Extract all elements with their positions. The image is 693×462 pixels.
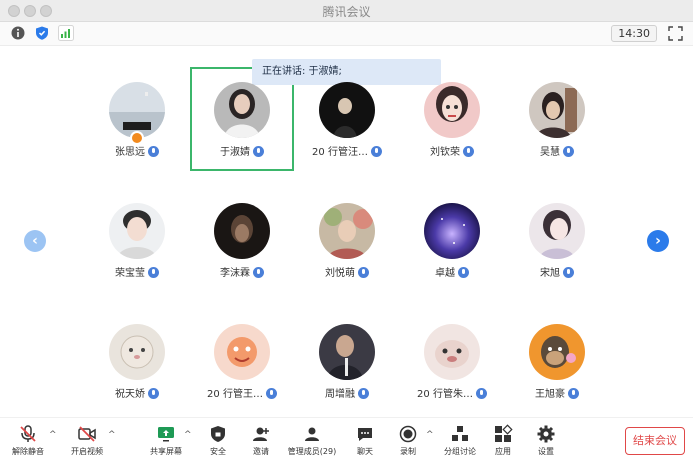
mic-icon <box>370 145 382 157</box>
settings-button[interactable]: 设置 <box>518 424 574 460</box>
mic-icon <box>458 266 469 278</box>
participant-tile[interactable]: 20 行管汪… <box>287 82 407 166</box>
mic-icon <box>475 387 487 399</box>
next-page-button[interactable]: › <box>647 230 669 252</box>
members-icon <box>305 427 319 441</box>
participant-tile[interactable]: 荣宝莹 <box>77 203 197 287</box>
breakout-rooms-icon <box>452 426 468 441</box>
participant-name: 于淑婧 <box>220 147 250 158</box>
participant-name: 周增融 <box>325 389 355 400</box>
end-meeting-button[interactable]: 结束会议 <box>625 427 685 455</box>
audio-options-caret-icon[interactable]: ^ <box>49 430 57 440</box>
avatar <box>109 324 165 380</box>
participant-tile[interactable]: 宋旭 <box>497 203 617 287</box>
participant-tile[interactable]: 周增融 <box>287 324 407 408</box>
participant-tile[interactable]: 卓越 <box>392 203 512 287</box>
shield-icon[interactable] <box>34 25 50 41</box>
participant-name: 20 行管王… <box>207 389 263 400</box>
participant-tile[interactable]: 刘钦荣 <box>392 82 512 166</box>
avatar <box>529 203 585 259</box>
mic-icon <box>358 266 369 278</box>
avatar <box>214 203 270 259</box>
mic-icon <box>253 145 264 157</box>
participant-name: 李沫霖 <box>220 268 250 279</box>
participant-name: 宋旭 <box>540 268 560 279</box>
fullscreen-icon[interactable] <box>668 26 683 41</box>
participant-tile[interactable]: 20 行管王… <box>182 324 302 408</box>
avatar <box>424 82 480 138</box>
avatar <box>529 324 585 380</box>
mic-icon <box>148 387 159 399</box>
avatar <box>109 82 165 138</box>
gear-icon <box>537 425 555 443</box>
participant-name: 荣宝莹 <box>115 268 145 279</box>
meeting-clock: 14:30 <box>611 25 657 42</box>
apps-grid-icon <box>495 424 513 442</box>
mic-icon <box>148 266 159 278</box>
avatar <box>424 203 480 259</box>
mic-muted-icon <box>20 425 36 442</box>
participant-name: 20 行管朱… <box>417 389 473 400</box>
share-screen-icon <box>158 427 174 442</box>
participant-tile[interactable]: 刘悦萌 <box>287 203 407 287</box>
add-user-icon <box>253 427 269 441</box>
avatar <box>319 82 375 138</box>
mic-icon <box>563 145 574 157</box>
avatar <box>214 324 270 380</box>
unmute-button[interactable]: 解除静音 <box>0 424 56 460</box>
participant-name: 20 行管汪… <box>312 147 368 158</box>
mic-icon <box>358 387 369 399</box>
participant-name: 卓越 <box>435 268 455 279</box>
participant-tile[interactable]: 20 行管朱… <box>392 324 512 408</box>
avatar <box>424 324 480 380</box>
participant-tile[interactable]: 张思远 <box>77 82 197 166</box>
camera-off-icon <box>78 426 96 442</box>
security-shield-icon <box>211 426 225 442</box>
mic-icon <box>563 266 574 278</box>
title-bar: 腾讯会议 <box>0 0 693 22</box>
window-title: 腾讯会议 <box>322 5 371 19</box>
participant-name: 王旭豪 <box>535 389 565 400</box>
avatar <box>214 82 270 138</box>
participant-name: 张思远 <box>115 147 145 158</box>
meeting-info-bar: 14:30 <box>0 22 693 46</box>
participant-name: 吴慧 <box>540 147 560 158</box>
meeting-toolbar: 解除静音 ^ 开启视频 ^ 共享屏幕 ^ 安全 邀请 管理成员(29) 聊天 录… <box>0 417 693 462</box>
participant-tile[interactable]: 祝天娇 <box>77 324 197 408</box>
info-icon[interactable] <box>10 25 26 41</box>
invite-button[interactable]: 邀请 <box>233 424 289 460</box>
mic-icon <box>253 266 264 278</box>
video-options-caret-icon[interactable]: ^ <box>108 430 116 440</box>
previous-page-button[interactable]: ‹ <box>24 230 46 252</box>
start-video-button[interactable]: 开启视频 <box>59 424 115 460</box>
mic-icon <box>568 387 579 399</box>
participant-tile-active[interactable]: 于淑婧 <box>182 82 302 166</box>
participant-tile[interactable]: 吴慧 <box>497 82 617 166</box>
participant-tile[interactable]: 王旭豪 <box>497 324 617 408</box>
participant-gallery: 正在讲话: 于淑婧; ‹ › 张思远 于淑婧 20 行管汪… 刘钦荣 吴慧 荣宝… <box>0 47 693 417</box>
participant-name: 祝天娇 <box>115 389 145 400</box>
participant-name: 刘钦荣 <box>430 147 460 158</box>
network-signal-icon[interactable] <box>58 25 74 41</box>
participant-tile[interactable]: 李沫霖 <box>182 203 302 287</box>
mic-icon <box>265 387 277 399</box>
avatar <box>109 203 165 259</box>
mic-icon <box>463 145 474 157</box>
participant-name: 刘悦萌 <box>325 268 355 279</box>
avatar <box>529 82 585 138</box>
manage-members-button[interactable]: 管理成员(29) <box>284 424 340 460</box>
record-icon <box>399 425 417 443</box>
avatar <box>319 324 375 380</box>
chat-icon <box>358 428 372 441</box>
mic-icon <box>148 145 159 157</box>
avatar <box>319 203 375 259</box>
